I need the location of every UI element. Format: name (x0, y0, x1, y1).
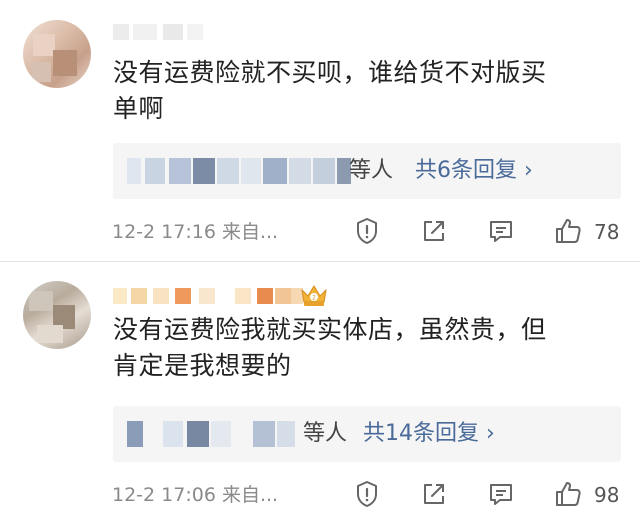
replies-preview[interactable]: 等人 共14条回复 › (113, 406, 621, 462)
thumbs-up-icon[interactable] (553, 479, 583, 509)
avatar[interactable] (23, 281, 91, 349)
share-icon[interactable] (419, 216, 449, 246)
comment-text-line: 单啊 (113, 94, 165, 123)
username[interactable] (113, 24, 203, 40)
comment-item: 2 没有运费险我就买实体店，虽然贵，但 肯定是我想要的 等人 共14条回复 › … (0, 262, 640, 523)
comment-icon[interactable] (486, 216, 516, 246)
comment-text-line: 没有运费险就不买呗，谁给货不对版买 (113, 58, 547, 87)
comment-footer: 12-2 17:16 来自... 78 (0, 214, 640, 250)
svg-text:2: 2 (312, 295, 316, 302)
comment-text-line: 没有运费险我就买实体店，虽然贵，但 (113, 315, 547, 344)
crown-badge-icon: 2 (299, 282, 329, 310)
comment-item: 没有运费险就不买呗，谁给货不对版买 单啊 等人 共6条回复 › 12-2 17:… (0, 0, 640, 262)
replies-preview[interactable]: 等人 共6条回复 › (113, 143, 621, 199)
timestamp: 12-2 17:16 来自... (112, 221, 279, 243)
report-icon[interactable] (352, 479, 382, 509)
like-count: 78 (594, 220, 620, 244)
view-replies-link[interactable]: 共6条回复 › (415, 157, 533, 185)
comment-text-line: 肯定是我想要的 (113, 351, 292, 380)
like-count: 98 (594, 483, 620, 507)
report-icon[interactable] (352, 216, 382, 246)
username[interactable] (113, 288, 303, 304)
comment-text: 没有运费险就不买呗，谁给货不对版买 单啊 (113, 55, 613, 127)
thumbs-up-icon[interactable] (553, 216, 583, 246)
comment-footer: 12-2 17:06 来自... 98 (0, 477, 640, 513)
comment-text: 没有运费险我就买实体店，虽然贵，但 肯定是我想要的 (113, 312, 613, 384)
reply-suffix: 等人 (303, 421, 348, 446)
share-icon[interactable] (419, 479, 449, 509)
reply-suffix: 等人 (349, 158, 394, 183)
comment-icon[interactable] (486, 479, 516, 509)
timestamp: 12-2 17:06 来自... (112, 484, 279, 506)
avatar[interactable] (23, 20, 91, 88)
view-replies-link[interactable]: 共14条回复 › (363, 420, 495, 448)
